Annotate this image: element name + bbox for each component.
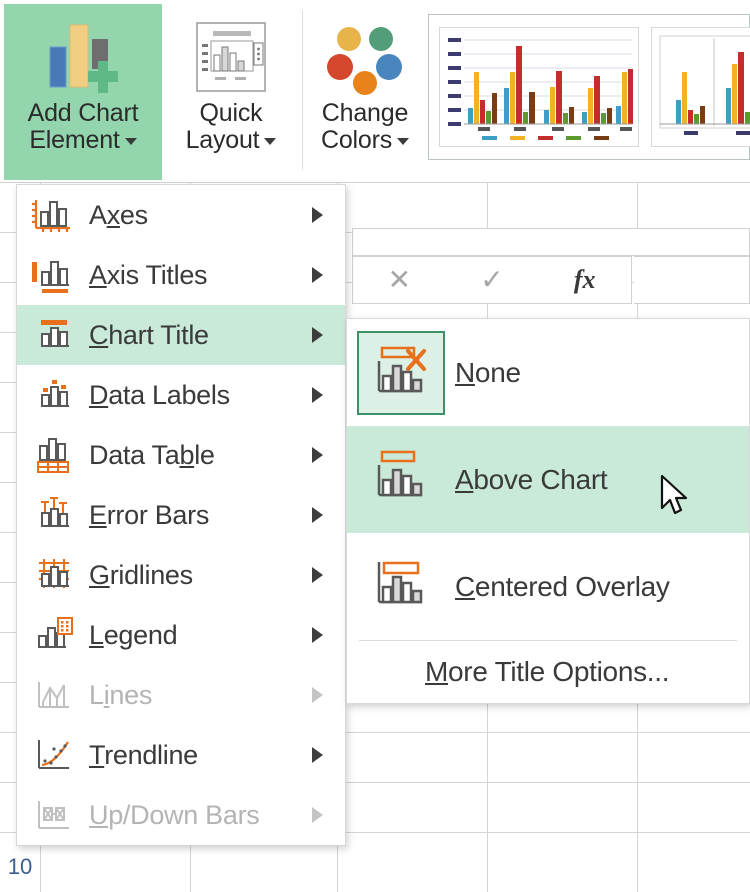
menu-item-label: Axes <box>89 199 148 230</box>
menu-item-axes[interactable]: Axes <box>17 185 345 245</box>
lines-icon <box>17 674 89 716</box>
menu-item-label: Gridlines <box>89 559 193 590</box>
chevron-right-icon <box>312 627 323 643</box>
menu-item-label: Trendline <box>89 739 198 770</box>
menu-item-up-down-bars[interactable]: Up/Down Bars <box>17 785 345 845</box>
quick-layout-label: Quick Layout <box>186 100 277 154</box>
menu-item-label: Error Bars <box>89 499 210 530</box>
chevron-right-icon <box>312 747 323 763</box>
up-down-bars-icon <box>17 794 89 836</box>
chevron-right-icon <box>312 327 323 343</box>
submenu-item-centered-overlay[interactable]: Centered Overlay <box>347 533 749 640</box>
legend-icon <box>17 614 89 656</box>
menu-item-label: Data Labels <box>89 379 230 410</box>
data-labels-icon <box>17 374 89 416</box>
change-colors-label-line2: Colors <box>320 126 393 154</box>
add-chart-element-label: Add Chart Element <box>28 100 139 154</box>
chart-style-thumbnail-1[interactable] <box>439 27 639 147</box>
menu-item-data-labels[interactable]: Data Labels <box>17 365 345 425</box>
add-chart-element-icon <box>44 14 122 100</box>
chart-title-icon <box>17 314 89 356</box>
change-colors-button[interactable]: Change Colors <box>306 4 424 180</box>
menu-item-legend[interactable]: Legend <box>17 605 345 665</box>
gridlines-icon <box>17 554 89 596</box>
menu-item-label: Up/Down Bars <box>89 799 260 830</box>
menu-item-trendline[interactable]: Trendline <box>17 725 345 785</box>
cancel-icon[interactable]: ✕ <box>353 266 446 294</box>
change-colors-icon <box>325 14 405 100</box>
add-chart-element-button[interactable]: Add Chart Element <box>4 4 162 180</box>
more-title-options-label: More Title Options... <box>425 656 670 687</box>
grid-line <box>0 182 750 183</box>
mouse-pointer <box>660 474 694 522</box>
menu-item-error-bars[interactable]: Error Bars <box>17 485 345 545</box>
chevron-right-icon <box>312 267 323 283</box>
chevron-right-icon <box>312 507 323 523</box>
submenu-item-more-title-options[interactable]: More Title Options... <box>347 641 749 703</box>
chevron-down-icon[interactable] <box>124 137 137 145</box>
title-above-chart-icon <box>368 447 434 512</box>
submenu-item-none[interactable]: None <box>347 319 749 426</box>
submenu-icon-wrap <box>347 554 455 619</box>
axes-icon <box>17 194 89 236</box>
add-chart-element-label-line1: Add Chart <box>27 99 139 127</box>
chevron-down-icon[interactable] <box>397 137 410 145</box>
checkmark-icon[interactable]: ✓ <box>446 266 539 294</box>
chevron-right-icon <box>312 687 323 703</box>
formula-bar-buttons: ✕ ✓ fx <box>352 256 632 304</box>
add-chart-element-menu[interactable]: Axes Axis Titles Chart Title Data Labels… <box>16 184 346 846</box>
submenu-item-label: Above Chart <box>455 463 608 495</box>
excel-chart-tools-screen: 10 ✕ ✓ fx Add Chart Element Quick Layout… <box>0 0 750 892</box>
change-colors-label: Change Colors <box>320 99 410 154</box>
menu-item-label: Axis Titles <box>89 259 208 290</box>
menu-item-label: Data Table <box>89 439 215 470</box>
submenu-icon-wrap <box>347 330 455 415</box>
title-none-icon <box>357 330 445 415</box>
submenu-item-label: Centered Overlay <box>455 570 670 602</box>
chevron-right-icon <box>312 447 323 463</box>
row-header-10[interactable]: 10 <box>0 854 40 880</box>
submenu-item-label: None <box>455 356 521 388</box>
add-chart-element-label-line2: Element <box>29 126 120 154</box>
error-bars-icon <box>17 494 89 536</box>
menu-item-axis-titles[interactable]: Axis Titles <box>17 245 345 305</box>
quick-layout-button[interactable]: Quick Layout <box>166 4 296 180</box>
menu-item-label: Legend <box>89 619 178 650</box>
insert-function-icon[interactable]: fx <box>538 267 631 293</box>
chart-styles-gallery[interactable] <box>428 14 750 160</box>
chart-tools-ribbon: Add Chart Element Quick Layout Change Co… <box>0 0 750 182</box>
menu-item-label: Chart Title <box>89 319 209 350</box>
change-colors-label-line1: Change <box>321 99 409 127</box>
chevron-right-icon <box>312 807 323 823</box>
menu-item-gridlines[interactable]: Gridlines <box>17 545 345 605</box>
quick-layout-label-line2: Layout <box>185 126 260 154</box>
chevron-right-icon <box>312 567 323 583</box>
menu-item-chart-title[interactable]: Chart Title <box>17 305 345 365</box>
menu-item-lines[interactable]: Lines <box>17 665 345 725</box>
submenu-icon-wrap <box>347 447 455 512</box>
data-table-icon <box>17 434 89 476</box>
chart-style-thumbnail-2[interactable] <box>651 27 750 147</box>
menu-item-label: Lines <box>89 679 153 710</box>
ribbon-divider <box>302 10 303 170</box>
menu-item-data-table[interactable]: Data Table <box>17 425 345 485</box>
chevron-right-icon <box>312 207 323 223</box>
chevron-right-icon <box>312 387 323 403</box>
formula-input[interactable] <box>634 256 750 304</box>
name-box[interactable] <box>352 228 750 256</box>
quick-layout-icon <box>193 14 269 100</box>
chevron-down-icon[interactable] <box>264 137 277 145</box>
axis-titles-icon <box>17 254 89 296</box>
trendline-icon <box>17 734 89 776</box>
title-centered-overlay-icon <box>368 554 434 619</box>
quick-layout-label-line1: Quick <box>199 99 263 127</box>
